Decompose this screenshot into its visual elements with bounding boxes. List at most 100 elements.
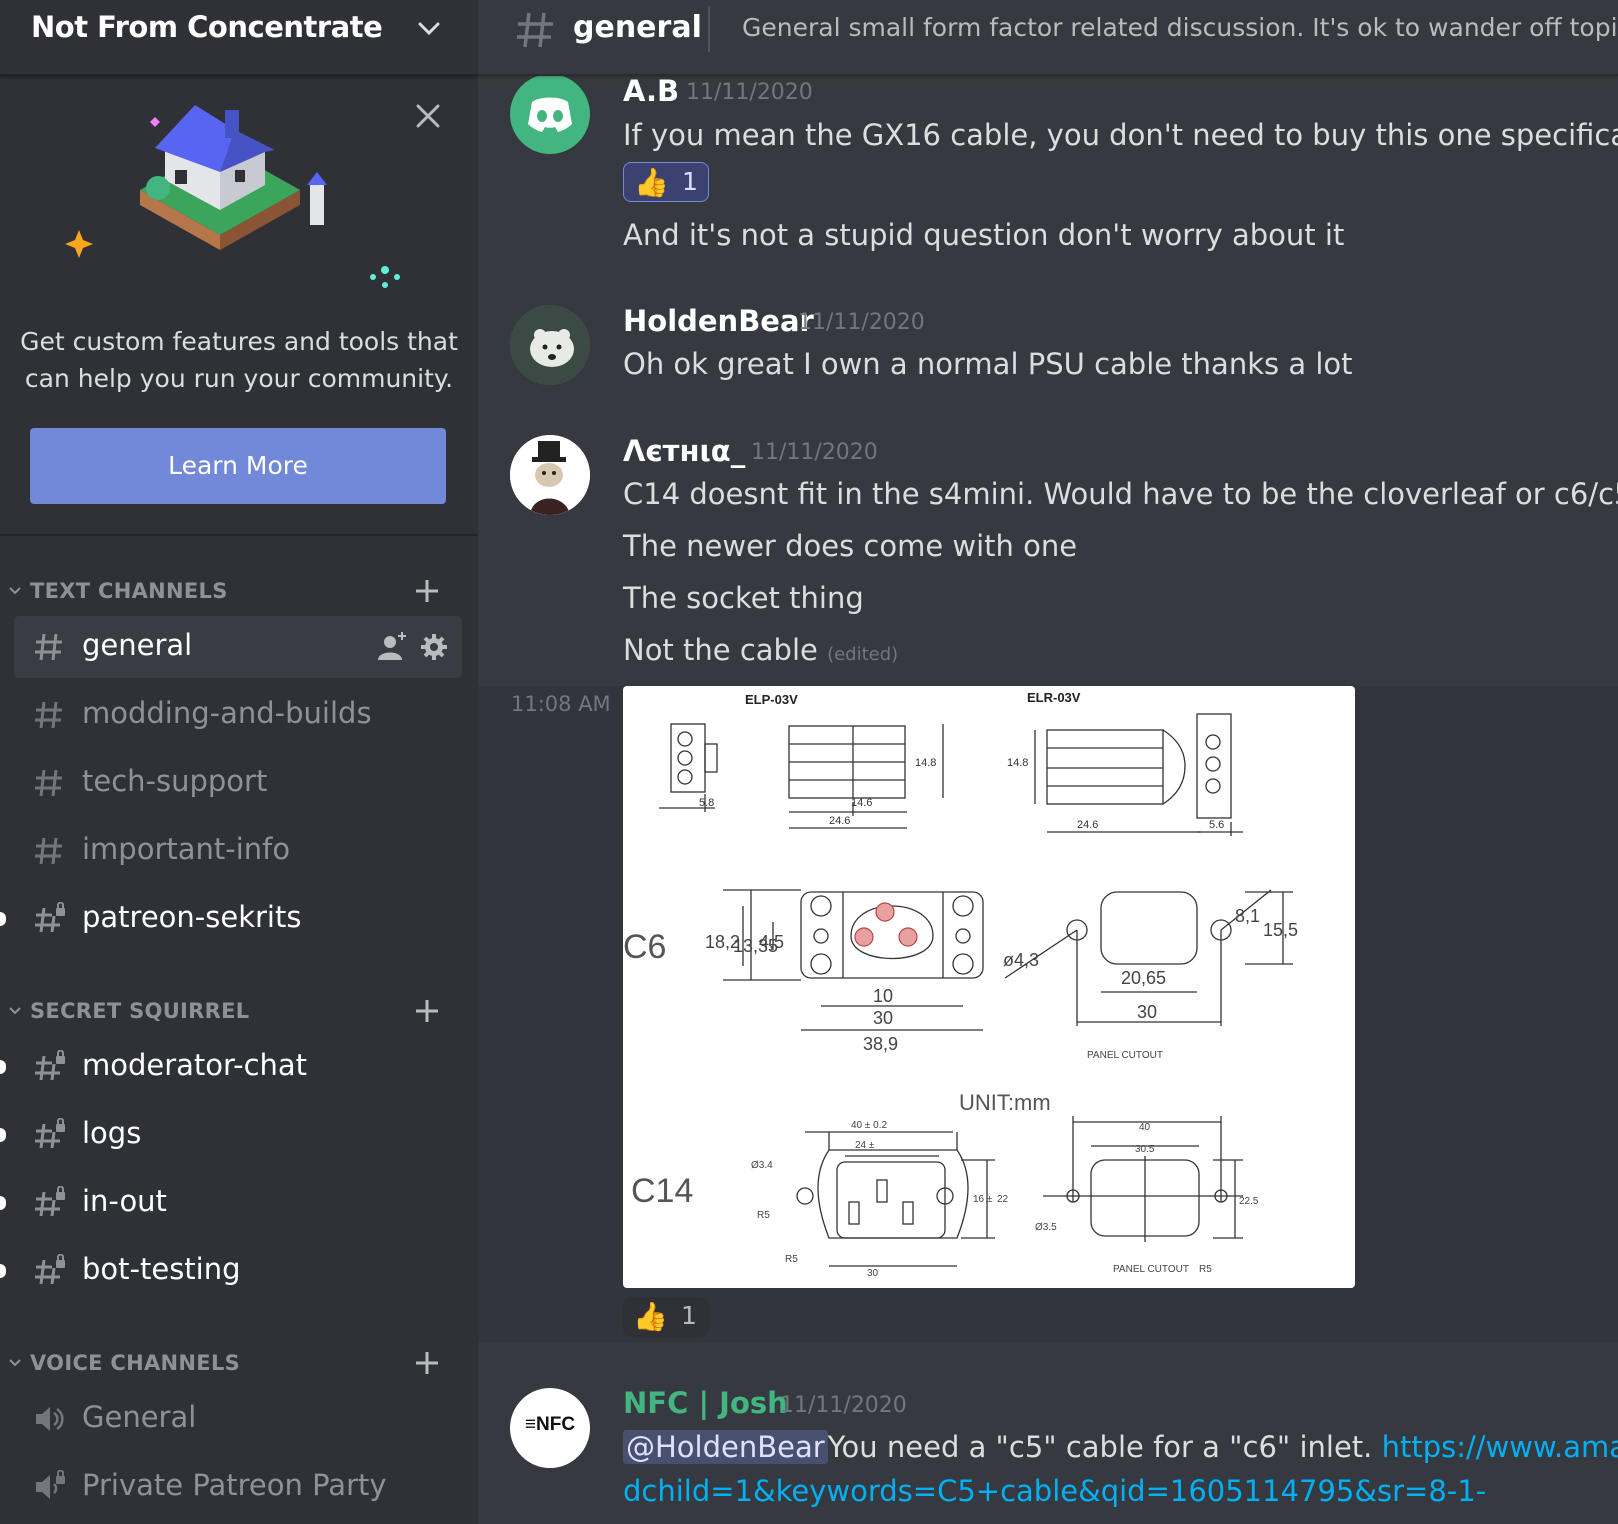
message-timestamp: 11/11/2020 (780, 1393, 907, 1418)
avatar[interactable]: ≡NFC (510, 1388, 590, 1468)
message-author[interactable]: A.B (623, 74, 679, 108)
category-text-channels[interactable]: TEXT CHANNELS (0, 572, 478, 612)
voice-channel-general[interactable]: General (14, 1388, 462, 1450)
locked-hash-icon (35, 1254, 65, 1285)
thumbs-up-icon: 👍 (634, 166, 669, 199)
promo-description: Get custom features and tools that can h… (20, 323, 458, 397)
message-content: And it's not a stupid question don't wor… (623, 218, 1345, 252)
message-link[interactable]: https://www.amazon.c (1382, 1430, 1618, 1464)
message-text: You need a "c5" cable for a "c6" inlet. (827, 1430, 1382, 1464)
channel-important-info[interactable]: important-info (14, 820, 462, 882)
server-name: Not From Concentrate (31, 10, 383, 44)
message-link[interactable]: dchild=1&keywords=C5+cable&qid=160511479… (623, 1474, 1486, 1508)
channel-name: modding-and-builds (82, 696, 372, 730)
message-content: @HoldenBear You need a "c5" cable for a "… (623, 1430, 1618, 1464)
learn-more-button[interactable]: Learn More (30, 428, 446, 504)
chevron-down-icon[interactable] (414, 14, 444, 44)
dimension-label: 20,65 (1121, 968, 1166, 988)
dimension-label: 30 (1137, 1002, 1157, 1022)
channel-name: moderator-chat (82, 1048, 308, 1082)
plus-icon[interactable] (412, 576, 442, 606)
dimension-label: R5 (757, 1210, 770, 1221)
plus-icon[interactable] (412, 1348, 442, 1378)
polar-bear-avatar-icon (510, 305, 590, 385)
dimension-label: 22.5 (1239, 1196, 1259, 1207)
message-content: The newer does come with one (623, 529, 1078, 563)
hash-icon (517, 12, 553, 48)
unread-indicator (0, 1196, 6, 1210)
hash-icon (35, 701, 62, 729)
dimension-label: ø4,3 (1003, 950, 1039, 970)
chevron-down-icon (9, 1359, 21, 1367)
edited-marker: (edited) (827, 644, 899, 665)
channel-name: general (82, 628, 193, 662)
message-author[interactable]: NFC | Josh (623, 1386, 788, 1420)
dimension-label: 24.6 (829, 815, 850, 827)
diagram-label: C6 (623, 928, 666, 966)
thumbs-up-icon: 👍 (633, 1300, 668, 1333)
server-header[interactable]: Not From Concentrate (0, 0, 478, 76)
channel-modding-and-builds[interactable]: modding-and-builds (14, 684, 462, 746)
voice-channel-private-patreon-party[interactable]: Private Patreon Party (14, 1456, 462, 1518)
user-mention[interactable]: @HoldenBear (623, 1430, 828, 1464)
message-hover-timestamp: 11:08 AM (511, 692, 611, 716)
channel-general[interactable]: general (14, 616, 462, 678)
category-label: SECRET SQUIRREL (30, 999, 250, 1023)
add-user-icon[interactable] (378, 632, 406, 660)
channel-name: logs (82, 1116, 142, 1150)
plus-icon[interactable] (412, 996, 442, 1026)
hash-icon (35, 837, 62, 865)
channel-logs[interactable]: logs (0, 1104, 462, 1166)
channel-moderator-chat[interactable]: moderator-chat (0, 1036, 462, 1098)
channel-topic[interactable]: General small form factor related discus… (742, 13, 1618, 42)
dimension-label: 40 ± 0.2 (851, 1120, 888, 1131)
channel-name: important-info (82, 832, 291, 866)
dimension-label: 14.8 (1007, 757, 1028, 769)
reaction-count: 1 (682, 167, 698, 196)
speaker-icon (36, 1407, 64, 1431)
locked-hash-icon (35, 1050, 65, 1081)
channel-in-out[interactable]: in-out (0, 1172, 462, 1234)
dimension-label: 16 ± (973, 1194, 993, 1205)
image-attachment[interactable]: ELP-03V ELR-03V 5.8 14.6 24.6 14.8 14.8 … (623, 686, 1355, 1288)
diagram-label: PANEL CUTOUT (1087, 1050, 1163, 1061)
diagram-label: C14 (631, 1172, 693, 1210)
dimension-label: R5 (1199, 1264, 1212, 1275)
category-secret-squirrel[interactable]: SECRET SQUIRREL (0, 992, 478, 1032)
dimension-label: Ø3.4 (751, 1160, 773, 1171)
dimension-label: 14.6 (851, 797, 872, 809)
message-content: The socket thing (623, 581, 864, 615)
message-author[interactable]: HoldenBear (623, 304, 814, 338)
community-house-illustration (65, 105, 400, 288)
dimension-label: 24 ± (855, 1140, 875, 1151)
avatar[interactable] (510, 305, 590, 385)
locked-speaker-icon (36, 1470, 65, 1499)
avatar[interactable] (510, 74, 590, 154)
dimension-label: 30.5 (1135, 1144, 1155, 1155)
dimension-label: 5.8 (699, 797, 714, 809)
hash-icon (35, 633, 62, 661)
promo-text-line: Get custom features and tools that (20, 327, 458, 356)
diagram-label: ELR-03V (1027, 690, 1081, 705)
channel-name: in-out (82, 1184, 167, 1218)
category-voice-channels[interactable]: VOICE CHANNELS (0, 1344, 478, 1384)
message-content: C14 doesnt fit in the s4mini. Would have… (623, 477, 1618, 511)
dimension-label: 4,5 (759, 932, 784, 952)
hash-icon (35, 769, 62, 797)
reaction-thumbs-up[interactable]: 👍 1 (623, 162, 709, 202)
category-label: TEXT CHANNELS (30, 579, 228, 603)
locked-hash-icon (35, 1118, 65, 1149)
channel-title: general (573, 10, 702, 45)
gear-icon[interactable] (421, 634, 447, 660)
channel-name: General (82, 1400, 197, 1434)
dimension-label: 40 (1139, 1122, 1151, 1133)
channel-patreon-sekrits[interactable]: patreon-sekrits (0, 888, 462, 950)
avatar[interactable] (510, 435, 590, 515)
message-author[interactable]: Λєтнια_ (623, 434, 745, 468)
channel-bot-testing[interactable]: bot-testing (0, 1240, 462, 1302)
diagram-label: UNIT:mm (959, 1090, 1051, 1115)
channel-header: general General small form factor relate… (478, 0, 1618, 76)
chat-area: general General small form factor relate… (478, 0, 1618, 1524)
channel-tech-support[interactable]: tech-support (14, 752, 462, 814)
reaction-thumbs-up[interactable]: 👍 1 (623, 1297, 709, 1337)
